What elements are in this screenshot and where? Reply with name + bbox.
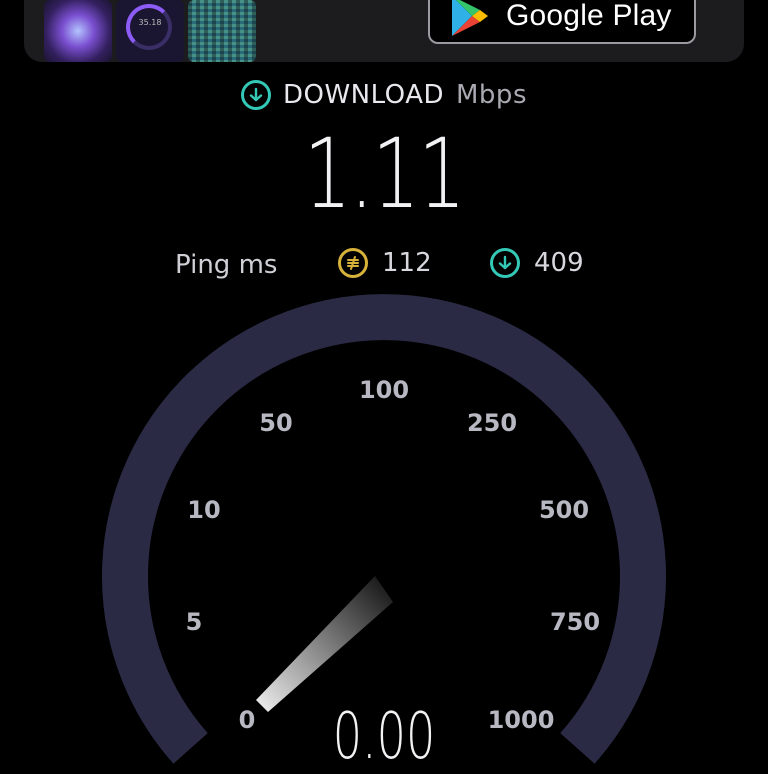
gauge-needle	[256, 576, 393, 712]
gauge-scale-label-10: 10	[187, 496, 220, 524]
gauge-scale-label-5: 5	[186, 608, 203, 636]
gauge-scale-label-100: 100	[359, 376, 409, 404]
gauge-scale: 0510501002505007501000	[186, 376, 600, 734]
gauge-scale-label-250: 250	[467, 409, 517, 437]
gauge-scale-label-500: 500	[539, 496, 589, 524]
speed-gauge: 0510501002505007501000	[102, 294, 666, 764]
gauge-scale-label-750: 750	[550, 608, 600, 636]
gauge-scale-label-50: 50	[259, 409, 292, 437]
gauge-readout: 0.00	[332, 700, 436, 774]
